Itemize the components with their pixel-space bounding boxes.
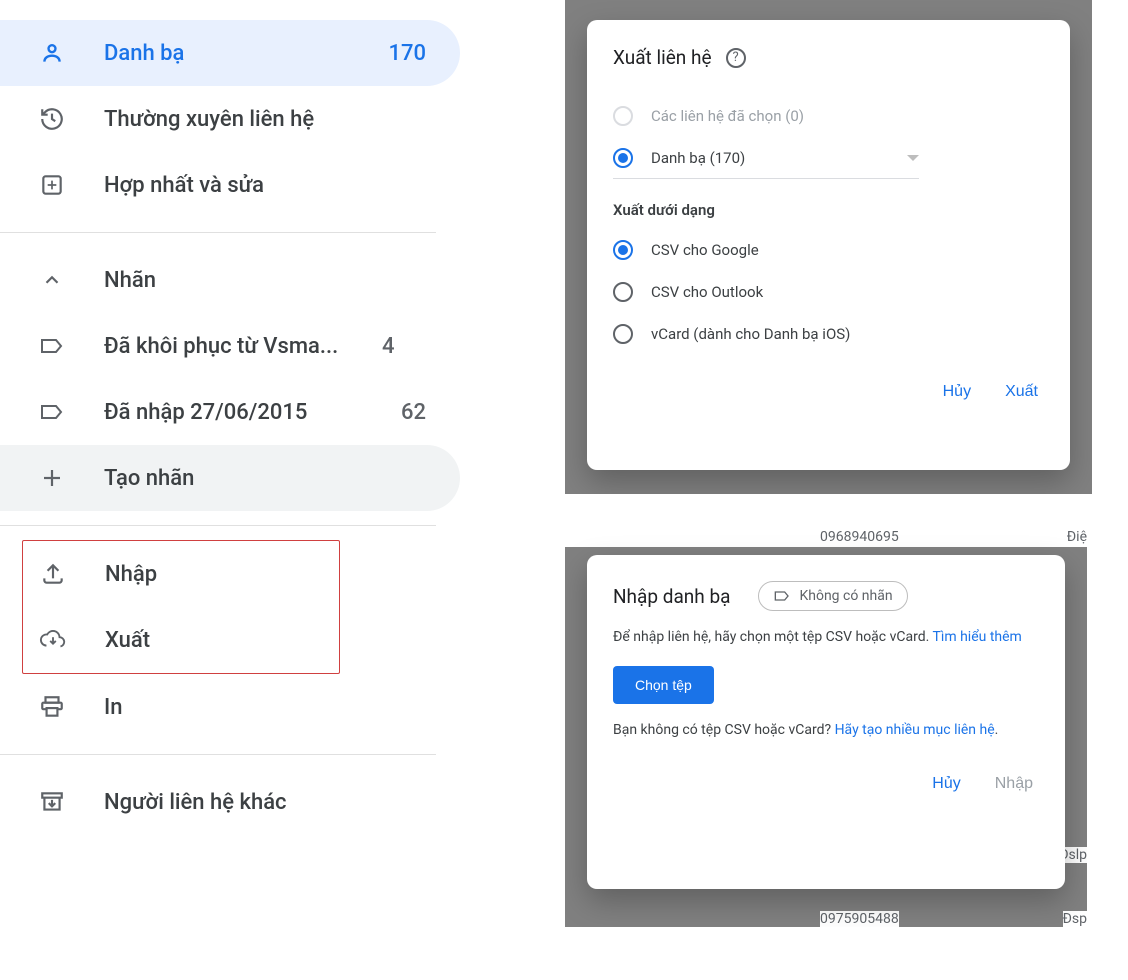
upload-icon	[39, 560, 67, 588]
person-icon	[38, 39, 66, 67]
format-label: CSV cho Google	[651, 241, 759, 259]
export-format-header: Xuất dưới dạng	[613, 201, 1044, 219]
export-dialog-title: Xuất liên hệ	[613, 46, 712, 69]
help-icon[interactable]: ?	[726, 48, 746, 68]
export-confirm-button[interactable]: Xuất	[1005, 383, 1038, 401]
divider	[0, 525, 436, 526]
label-icon	[38, 398, 66, 426]
bg-text-right: Điệ	[1067, 529, 1087, 545]
create-label-text: Tạo nhãn	[104, 466, 426, 491]
export-format-vcard[interactable]: vCard (dành cho Danh bạ iOS)	[613, 313, 1044, 355]
option-label: Danh bạ (170)	[651, 149, 745, 167]
sidebar-label-item-2[interactable]: Đã nhập 27/06/2015 62	[0, 379, 460, 445]
bg-phone-number: 0968940695	[565, 529, 1087, 547]
divider	[0, 232, 436, 233]
archive-icon	[38, 788, 66, 816]
sidebar-item-label: Hợp nhất và sửa	[104, 173, 426, 198]
sidebar-labels-header[interactable]: Nhãn	[0, 247, 460, 313]
radio-icon	[613, 324, 633, 344]
format-label: vCard (dành cho Danh bạ iOS)	[651, 325, 850, 343]
radio-icon	[613, 240, 633, 260]
cloud-download-icon	[39, 626, 67, 654]
sidebar-item-other-contacts[interactable]: Người liên hệ khác	[0, 769, 460, 835]
label-count: 4	[382, 334, 395, 359]
import-dialog-title: Nhập danh bạ	[613, 585, 730, 608]
sidebar-item-merge-fix[interactable]: Hợp nhất và sửa	[0, 152, 460, 218]
sidebar-item-export[interactable]: Xuất	[23, 607, 339, 673]
label-name: Đã khôi phục từ Vsma...	[104, 334, 374, 359]
sidebar-create-label[interactable]: Tạo nhãn	[0, 445, 460, 511]
plus-icon	[38, 464, 66, 492]
sidebar-item-label: Danh bạ	[104, 41, 380, 66]
import-confirm-button: Nhập	[995, 775, 1033, 793]
import-no-file: Bạn không có tệp CSV hoặc vCard? Hãy tạo…	[613, 720, 1039, 741]
print-icon	[38, 693, 66, 721]
no-label-text: Không có nhãn	[799, 588, 892, 604]
bg-phone-number: 0975905488	[820, 911, 899, 927]
no-label-chip[interactable]: Không có nhãn	[758, 581, 907, 611]
sidebar-label-item-1[interactable]: Đã khôi phục từ Vsma... 4	[0, 313, 460, 379]
format-label: CSV cho Outlook	[651, 283, 763, 301]
option-label: Các liên hệ đã chọn (0)	[651, 107, 804, 125]
export-label: Xuất	[105, 628, 305, 653]
label-icon	[38, 332, 66, 360]
labels-header-label: Nhãn	[104, 268, 426, 293]
other-contacts-label: Người liên hệ khác	[104, 790, 426, 815]
radio-icon	[613, 148, 633, 168]
export-panel-background: Xuất liên hệ ? Các liên hệ đã chọn (0) D…	[565, 0, 1092, 494]
export-format-outlook-csv[interactable]: CSV cho Outlook	[613, 271, 1044, 313]
choose-file-button[interactable]: Chọn tệp	[613, 666, 714, 704]
import-cancel-button[interactable]: Hủy	[932, 775, 960, 793]
radio-icon	[613, 282, 633, 302]
sparkle-box-icon	[38, 171, 66, 199]
learn-more-link[interactable]: Tìm hiểu thêm	[933, 629, 1022, 645]
create-many-link[interactable]: Hãy tạo nhiều mục liên hệ	[835, 722, 995, 738]
label-name: Đã nhập 27/06/2015	[104, 400, 393, 425]
import-panel-background: 0968940695 Điệ Dslp Đsp 0975905488 Nhập …	[565, 529, 1087, 927]
import-instruction: Để nhập liên hệ, hãy chọn một tệp CSV ho…	[613, 627, 1039, 648]
radio-icon	[613, 106, 633, 126]
sidebar-item-label: Thường xuyên liên hệ	[104, 107, 426, 132]
contacts-count: 170	[388, 41, 426, 66]
chevron-down-icon	[907, 155, 919, 161]
sidebar: Danh bạ 170 Thường xuyên liên hệ Hợp nhấ…	[0, 20, 460, 835]
sidebar-item-print[interactable]: In	[0, 674, 460, 740]
divider	[0, 754, 436, 755]
label-count: 62	[401, 400, 426, 425]
print-label: In	[104, 695, 426, 720]
export-dialog: Xuất liên hệ ? Các liên hệ đã chọn (0) D…	[587, 20, 1070, 470]
import-dialog: Nhập danh bạ Không có nhãn Để nhập liên …	[587, 555, 1065, 889]
history-icon	[38, 105, 66, 133]
export-option-contacts-dropdown[interactable]: Danh bạ (170)	[613, 137, 919, 179]
sidebar-item-contacts[interactable]: Danh bạ 170	[0, 20, 460, 86]
export-option-selected-contacts: Các liên hệ đã chọn (0)	[613, 95, 1044, 137]
import-label: Nhập	[105, 562, 305, 587]
export-cancel-button[interactable]: Hủy	[943, 383, 971, 401]
export-format-google-csv[interactable]: CSV cho Google	[613, 229, 1044, 271]
sidebar-item-import[interactable]: Nhập	[23, 541, 339, 607]
bg-text-side: Đsp	[1063, 911, 1087, 927]
chevron-up-icon	[38, 266, 66, 294]
import-export-highlight: Nhập Xuất	[22, 540, 340, 674]
sidebar-item-frequent[interactable]: Thường xuyên liên hệ	[0, 86, 460, 152]
